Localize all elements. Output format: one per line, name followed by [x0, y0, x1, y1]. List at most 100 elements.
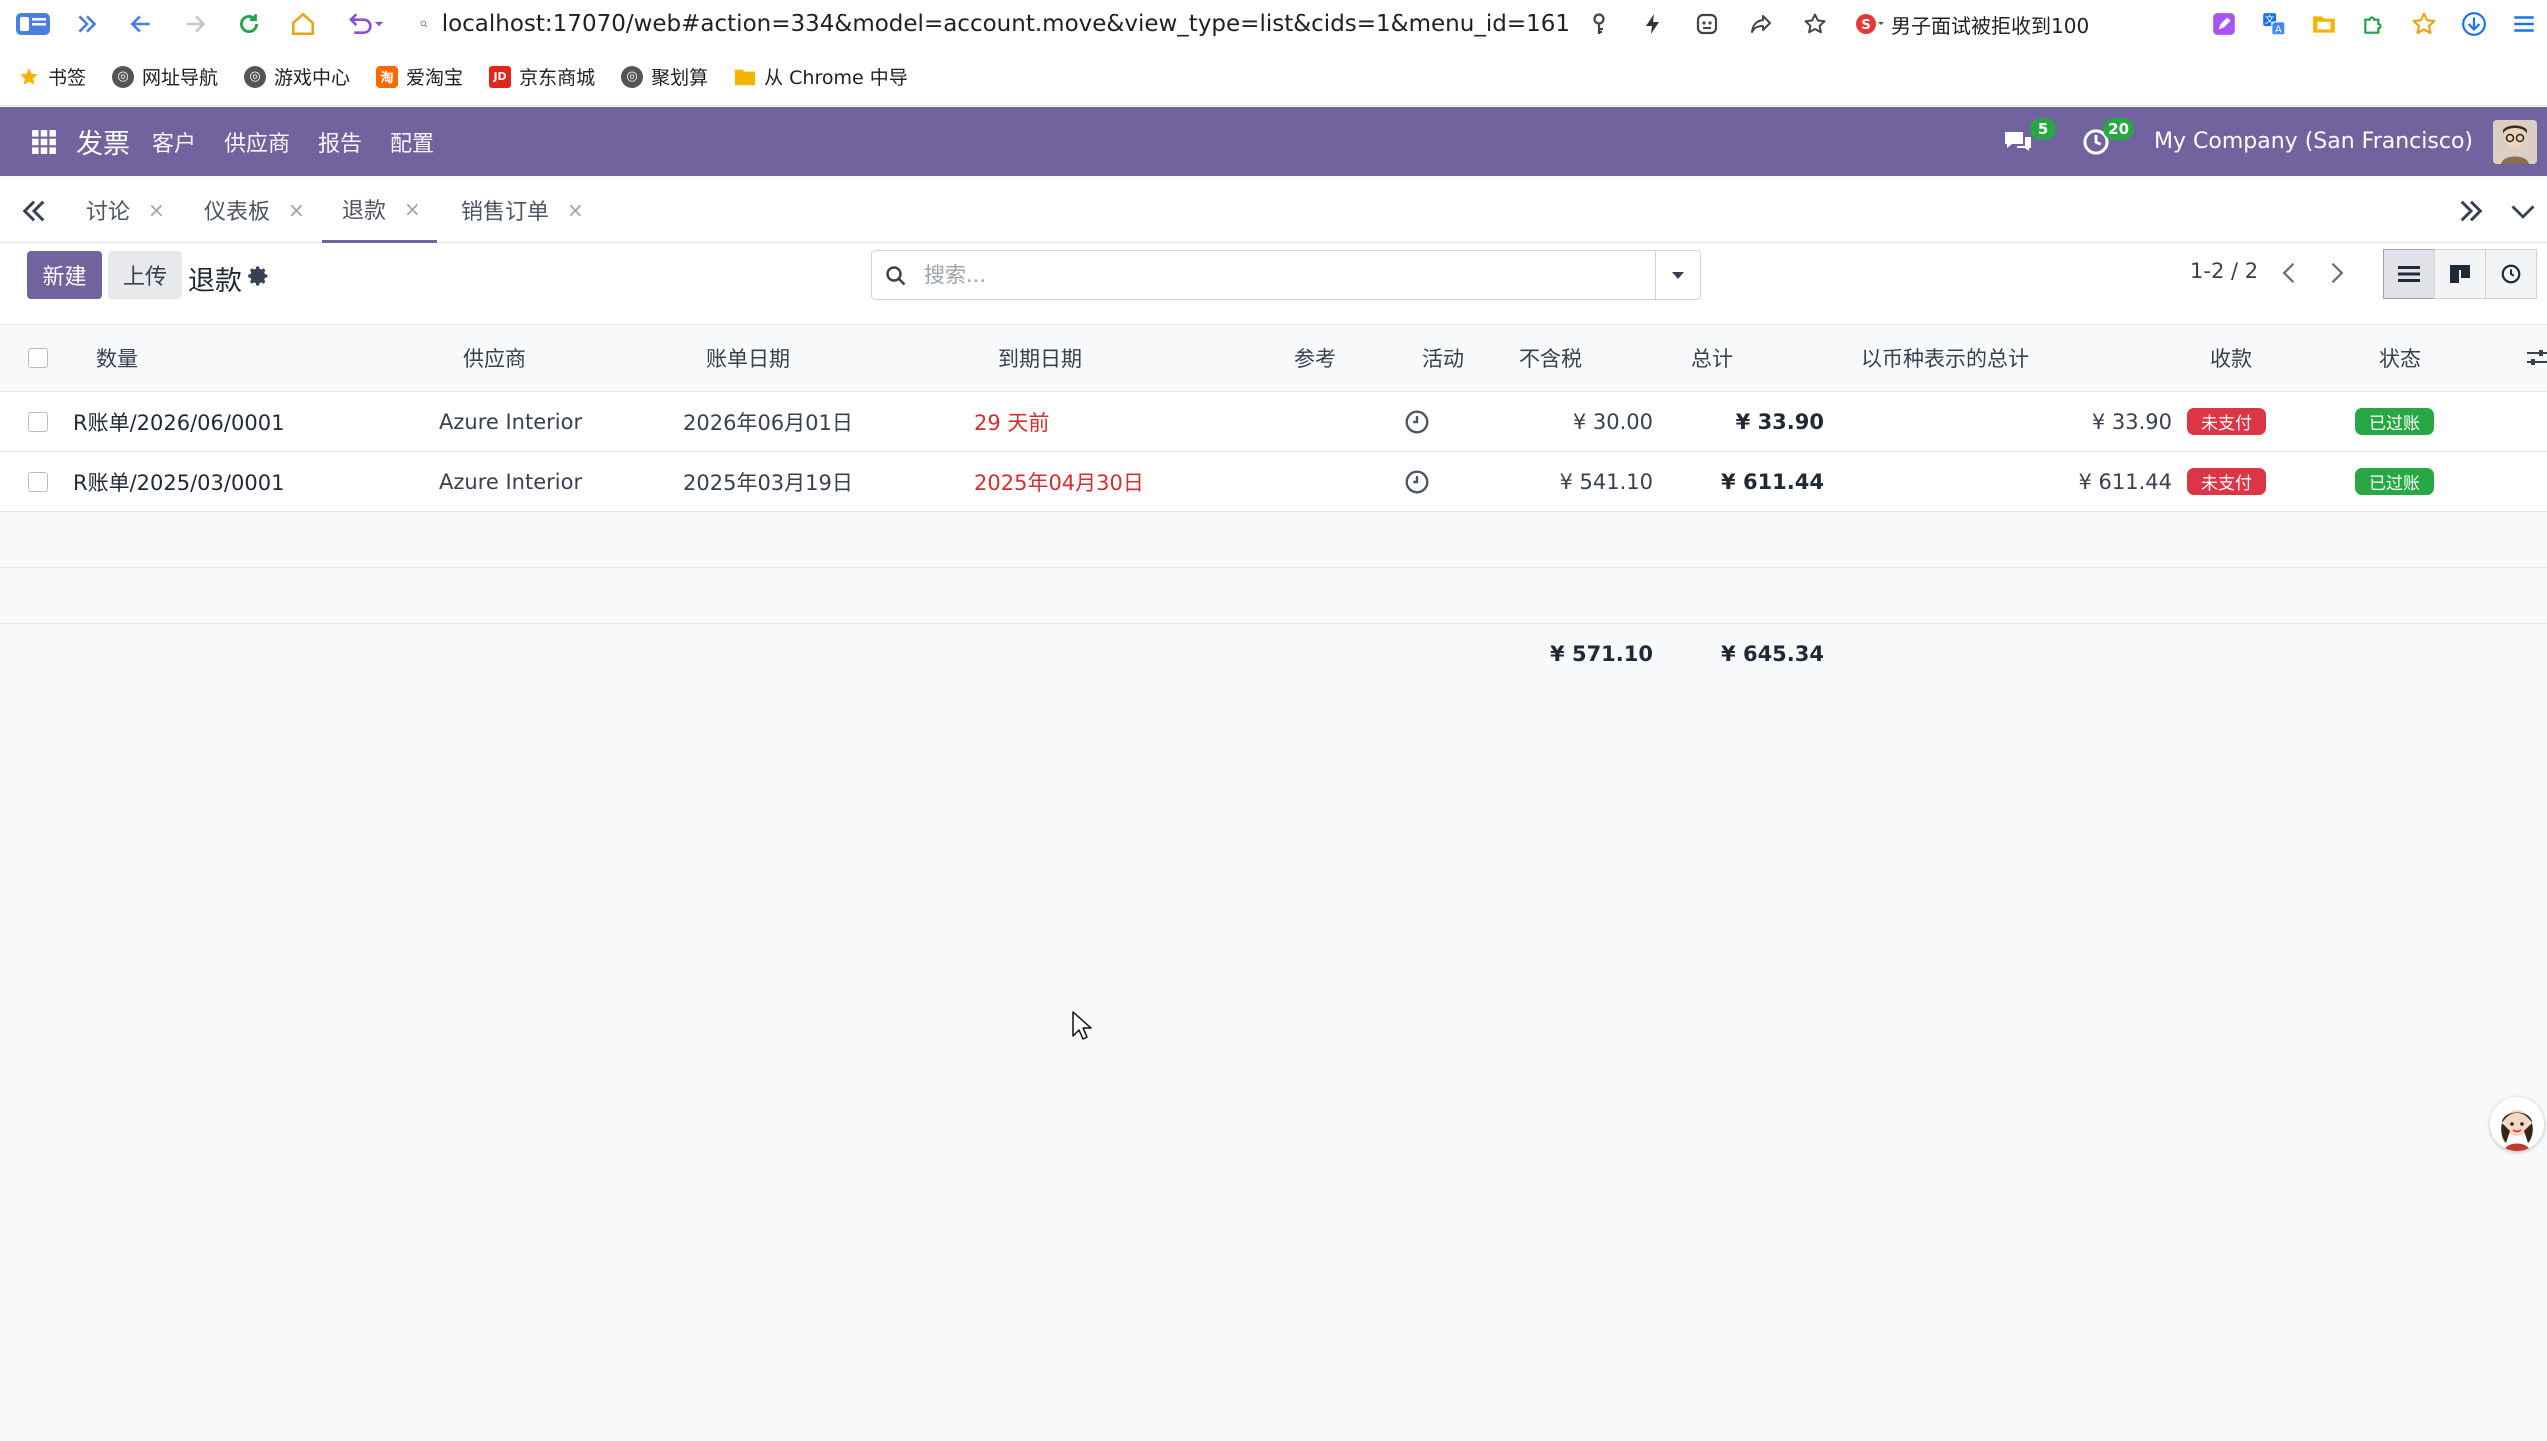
apps-menu-icon[interactable] [22, 120, 66, 164]
row-checkbox[interactable] [28, 392, 48, 451]
double-chevron-left-icon[interactable] [18, 195, 50, 227]
tab-close-icon[interactable]: × [404, 197, 421, 221]
gear-icon[interactable] [248, 265, 270, 287]
bookmark-label[interactable]: 网址导航 [142, 63, 218, 90]
tab-label[interactable]: 讨论 [86, 194, 130, 226]
table-row[interactable]: R账单/2026/06/0001 Azure Interior 2026年06月… [0, 392, 2547, 452]
url-text[interactable]: localhost:17070/web#action=334&model=acc… [442, 11, 1570, 37]
activity-view-button[interactable] [2485, 249, 2537, 299]
menu-icon[interactable] [2511, 11, 2537, 37]
column-header-reference[interactable]: 参考 [1294, 325, 1336, 391]
select-all-checkbox[interactable] [28, 325, 48, 391]
lightning-icon[interactable] [1639, 10, 1667, 38]
cell-total-currency[interactable]: ¥ 611.44 [1880, 452, 2172, 511]
app-brand[interactable]: 发票 [76, 122, 130, 161]
home-icon[interactable] [276, 0, 330, 48]
assistant-avatar[interactable] [2490, 1097, 2544, 1151]
screenshot-icon[interactable] [1693, 10, 1721, 38]
chevron-left-icon[interactable] [2276, 259, 2304, 287]
bookmark-item[interactable]: JD 京东商城 [489, 63, 595, 90]
list-view-button[interactable] [2383, 249, 2435, 299]
cell-total-currency[interactable]: ¥ 33.90 [1880, 392, 2172, 451]
column-header-vendor[interactable]: 供应商 [463, 325, 526, 391]
column-header-status[interactable]: 状态 [2379, 325, 2421, 391]
cell-number[interactable]: R账单/2026/06/0001 [73, 392, 284, 451]
checkbox-box[interactable] [28, 348, 48, 368]
chevron-right-icon[interactable] [2322, 259, 2350, 287]
bookmark-star-icon[interactable] [1801, 10, 1829, 38]
checkbox-box[interactable] [28, 471, 48, 492]
bookmark-label[interactable]: 从 Chrome 中导 [764, 63, 908, 90]
menu-reporting[interactable]: 报告 [318, 126, 362, 158]
new-button[interactable]: 新建 [27, 251, 102, 299]
pager-value[interactable]: 1-2 / 2 [2190, 259, 2258, 283]
tab-close-icon[interactable]: × [567, 198, 584, 222]
bookmark-item[interactable]: 淘 爱淘宝 [376, 63, 463, 90]
cell-total[interactable]: ¥ 33.90 [1660, 392, 1824, 451]
chevron-down-icon[interactable] [2509, 199, 2537, 223]
checkbox-box[interactable] [28, 411, 48, 432]
column-settings-icon[interactable] [2526, 325, 2547, 391]
column-header-total-currency[interactable]: 以币种表示的总计 [1861, 325, 2029, 391]
address-bar[interactable]: localhost:17070/web#action=334&model=acc… [420, 6, 1570, 42]
column-header-untaxed[interactable]: 不含税 [1519, 325, 1582, 391]
table-row[interactable]: R账单/2025/03/0001 Azure Interior 2025年03月… [0, 452, 2547, 512]
tab-refunds[interactable]: 退款 × [322, 177, 437, 243]
double-chevron-right-icon[interactable] [2455, 195, 2487, 227]
cell-bill-date[interactable]: 2025年03月19日 [683, 452, 853, 511]
sidebar-toggle-icon[interactable] [6, 0, 60, 48]
key-icon[interactable] [1585, 10, 1613, 38]
menu-customers[interactable]: 客户 [152, 126, 196, 158]
menu-vendors[interactable]: 供应商 [224, 126, 290, 158]
expand-icon[interactable] [60, 0, 114, 48]
cell-vendor[interactable]: Azure Interior [439, 452, 582, 511]
favorites-icon[interactable] [2411, 11, 2437, 37]
cell-vendor[interactable]: Azure Interior [439, 392, 582, 451]
bookmark-label[interactable]: 京东商城 [519, 63, 595, 90]
bookmark-item[interactable]: ◎ 游戏中心 [244, 63, 350, 90]
tab-dashboard[interactable]: 仪表板 × [204, 177, 305, 243]
bookmark-label[interactable]: 爱淘宝 [406, 63, 463, 90]
bookmark-label[interactable]: 游戏中心 [274, 63, 350, 90]
bookmark-item[interactable]: 书签 [18, 63, 86, 90]
news-ticker[interactable]: S 男子面试被拒收到100 [1855, 10, 2089, 39]
tab-label[interactable]: 销售订单 [461, 194, 549, 226]
tab-close-icon[interactable]: × [148, 198, 165, 222]
tab-discuss[interactable]: 讨论 × [86, 177, 165, 243]
upload-button[interactable]: 上传 [108, 251, 182, 299]
activity-clock-icon[interactable] [1404, 452, 1430, 511]
folder-icon[interactable] [2311, 11, 2337, 37]
undo-icon[interactable] [330, 0, 400, 48]
user-avatar[interactable] [2493, 119, 2537, 164]
back-icon[interactable] [114, 0, 168, 48]
reload-icon[interactable] [222, 0, 276, 48]
company-switcher[interactable]: My Company (San Francisco) [2154, 129, 2473, 154]
column-header-total[interactable]: 总计 [1691, 325, 1733, 391]
tab-close-icon[interactable]: × [288, 198, 305, 222]
cell-bill-date[interactable]: 2026年06月01日 [683, 392, 853, 451]
tab-label[interactable]: 退款 [342, 193, 386, 225]
activities-button[interactable]: 20 [2076, 117, 2135, 162]
download-icon[interactable] [2461, 11, 2487, 37]
tab-sales-orders[interactable]: 销售订单 × [461, 177, 584, 243]
share-icon[interactable] [1747, 10, 1775, 38]
edit-extension-icon[interactable] [2211, 11, 2237, 37]
bookmark-item[interactable]: 从 Chrome 中导 [734, 63, 908, 90]
column-header-bill-date[interactable]: 账单日期 [706, 325, 790, 391]
column-header-activity[interactable]: 活动 [1422, 325, 1464, 391]
bookmark-item[interactable]: ◎ 聚划算 [621, 63, 708, 90]
cell-total[interactable]: ¥ 611.44 [1660, 452, 1824, 511]
bookmark-label[interactable]: 聚划算 [651, 63, 708, 90]
cell-due-date[interactable]: 29 天前 [974, 392, 1049, 451]
cell-due-date[interactable]: 2025年04月30日 [974, 452, 1144, 511]
menu-configuration[interactable]: 配置 [390, 126, 434, 158]
column-header-number[interactable]: 数量 [96, 325, 138, 391]
column-header-due-date[interactable]: 到期日期 [998, 325, 1082, 391]
activity-clock-icon[interactable] [1404, 392, 1430, 451]
column-header-payment[interactable]: 收款 [2210, 325, 2252, 391]
news-text[interactable]: 男子面试被拒收到100 [1891, 10, 2089, 39]
messages-button[interactable]: 5 [1998, 117, 2057, 162]
row-checkbox[interactable] [28, 452, 48, 511]
cell-untaxed[interactable]: ¥ 30.00 [1480, 392, 1653, 451]
bookmark-item[interactable]: ◎ 网址导航 [112, 63, 218, 90]
